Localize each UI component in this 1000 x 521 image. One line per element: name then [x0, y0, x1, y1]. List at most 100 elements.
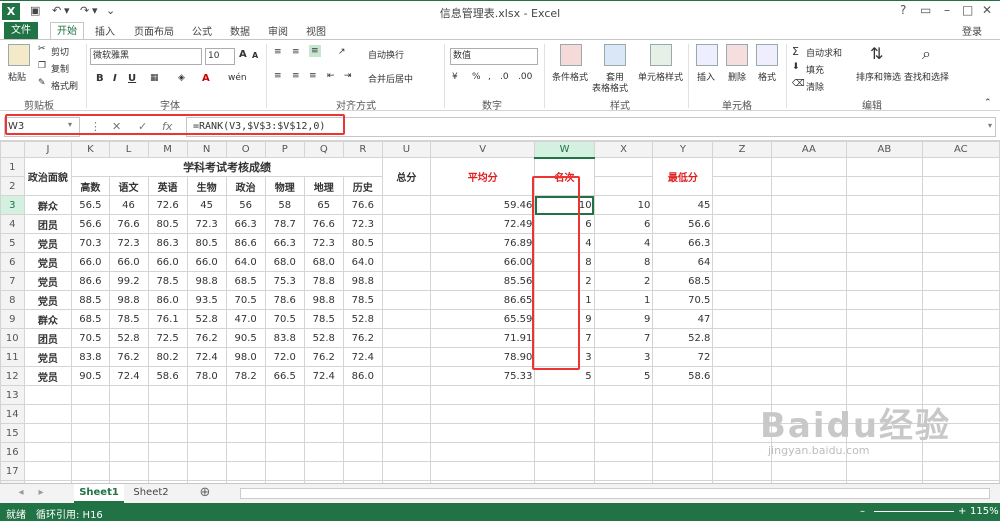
avg-cell[interactable]: 66.00 — [429, 252, 536, 272]
score-cell[interactable]: 76.6 — [342, 195, 383, 215]
cell[interactable] — [186, 461, 227, 481]
score-cell[interactable]: 86.6 — [225, 233, 266, 253]
avg-cell[interactable]: 71.91 — [429, 328, 536, 348]
score-cell[interactable]: 76.1 — [147, 309, 188, 329]
score-cell[interactable]: 76.6 — [303, 214, 344, 234]
cell[interactable] — [712, 252, 772, 272]
score-cell[interactable]: 78.8 — [303, 271, 344, 291]
column-header[interactable]: Y — [652, 141, 714, 158]
x-cell[interactable]: 5 — [593, 366, 654, 386]
table-row[interactable]: 12 党员 90.5 72.4 58.6 78.0 78.2 66.5 72.4 86.0 75.3… — [0, 366, 1000, 386]
cell[interactable] — [846, 461, 923, 481]
cell[interactable] — [770, 157, 848, 177]
cell[interactable] — [381, 442, 431, 462]
cell[interactable] — [770, 214, 848, 234]
row-header[interactable]: 15 — [0, 423, 25, 443]
row-header[interactable]: 9 — [0, 309, 25, 329]
cell[interactable] — [846, 347, 923, 367]
x-cell[interactable]: 4 — [593, 233, 654, 253]
cell[interactable] — [381, 404, 431, 424]
tab-view[interactable]: 视图 — [306, 23, 326, 38]
cell[interactable] — [921, 157, 1000, 177]
score-cell[interactable]: 70.5 — [264, 309, 305, 329]
cell[interactable] — [921, 233, 1000, 253]
cell[interactable] — [770, 290, 848, 310]
avg-cell[interactable]: 59.46 — [429, 195, 536, 215]
total-cell[interactable] — [381, 309, 431, 329]
score-cell[interactable]: 58.6 — [147, 366, 188, 386]
font-color-icon[interactable]: A — [202, 73, 210, 84]
min-header[interactable]: 最低分 — [652, 157, 714, 196]
avg-cell[interactable]: 86.65 — [429, 290, 536, 310]
party-cell[interactable]: 群众 — [23, 195, 73, 215]
column-header[interactable]: U — [381, 141, 431, 158]
cell[interactable] — [593, 461, 654, 481]
cell[interactable] — [770, 195, 848, 215]
cell[interactable] — [712, 214, 772, 234]
score-cell[interactable]: 45 — [186, 195, 227, 215]
find-select-icon[interactable]: ⌕ — [922, 44, 931, 64]
cell[interactable] — [303, 442, 344, 462]
score-cell[interactable]: 72.3 — [108, 233, 149, 253]
cell[interactable] — [846, 328, 923, 348]
score-cell[interactable]: 78.5 — [108, 309, 149, 329]
merge-center-button[interactable]: 合并后居中 — [368, 72, 413, 85]
cell[interactable] — [712, 290, 772, 310]
copy-icon[interactable]: ❐ — [38, 61, 46, 71]
total-cell[interactable] — [381, 366, 431, 386]
cell[interactable] — [23, 442, 73, 462]
score-cell[interactable]: 66.0 — [186, 252, 227, 272]
row-header[interactable]: 8 — [0, 290, 25, 310]
format-as-table-icon[interactable] — [604, 44, 626, 66]
cell[interactable] — [770, 461, 848, 481]
min-cell[interactable]: 68.5 — [652, 271, 714, 291]
avg-cell[interactable]: 85.56 — [429, 271, 536, 291]
score-cell[interactable]: 78.5 — [342, 290, 383, 310]
cell[interactable] — [846, 252, 923, 272]
score-cell[interactable]: 52.8 — [342, 309, 383, 329]
score-cell[interactable]: 66.3 — [225, 214, 266, 234]
align-center-icon[interactable]: ≡ — [292, 71, 300, 81]
cell[interactable] — [23, 404, 73, 424]
total-cell[interactable] — [381, 290, 431, 310]
subject-header[interactable]: 高数 — [71, 176, 110, 196]
cell[interactable] — [593, 404, 654, 424]
table-row[interactable]: 3 群众 56.5 46 72.6 45 56 58 65 76.6 59.46 10 10 45 — [0, 195, 1000, 215]
party-cell[interactable]: 群众 — [23, 309, 73, 329]
delete-cells-icon[interactable] — [726, 44, 748, 66]
cell[interactable] — [846, 214, 923, 234]
shrink-font-icon[interactable]: A — [252, 51, 258, 60]
cell[interactable] — [264, 404, 305, 424]
cell[interactable] — [264, 442, 305, 462]
column-header[interactable]: L — [108, 141, 149, 158]
sheet-tab-sheet1[interactable]: Sheet1 — [74, 484, 124, 503]
score-cell[interactable]: 66.5 — [264, 366, 305, 386]
column-header[interactable]: J — [23, 141, 73, 158]
cell[interactable] — [770, 233, 848, 253]
cell[interactable] — [342, 404, 383, 424]
tab-review[interactable]: 审阅 — [268, 23, 288, 38]
subject-header[interactable]: 物理 — [264, 176, 305, 196]
new-sheet-icon[interactable]: ⊕ — [196, 484, 214, 503]
cell[interactable] — [342, 442, 383, 462]
score-cell[interactable]: 66.0 — [71, 252, 110, 272]
collapse-ribbon-icon[interactable]: ⌃ — [984, 98, 992, 108]
score-cell[interactable]: 52.8 — [303, 328, 344, 348]
cell[interactable] — [712, 366, 772, 386]
score-cell[interactable]: 78.7 — [264, 214, 305, 234]
score-cell[interactable]: 56 — [225, 195, 266, 215]
tab-file[interactable]: 文件 — [4, 22, 38, 39]
party-cell[interactable]: 党员 — [23, 366, 73, 386]
cell[interactable] — [342, 423, 383, 443]
total-cell[interactable] — [381, 347, 431, 367]
next-sheet-icon[interactable]: ▸ — [34, 484, 48, 503]
cell[interactable] — [846, 195, 923, 215]
score-cell[interactable]: 86.6 — [71, 271, 110, 291]
row-header[interactable]: 7 — [0, 271, 25, 291]
score-cell[interactable]: 58 — [264, 195, 305, 215]
format-painter-icon[interactable]: ✎ — [38, 78, 46, 88]
subject-header[interactable]: 英语 — [147, 176, 188, 196]
insert-cells-button[interactable]: 插入 — [697, 70, 715, 83]
increase-indent-icon[interactable]: ⇥ — [344, 71, 352, 81]
score-cell[interactable]: 66.0 — [108, 252, 149, 272]
